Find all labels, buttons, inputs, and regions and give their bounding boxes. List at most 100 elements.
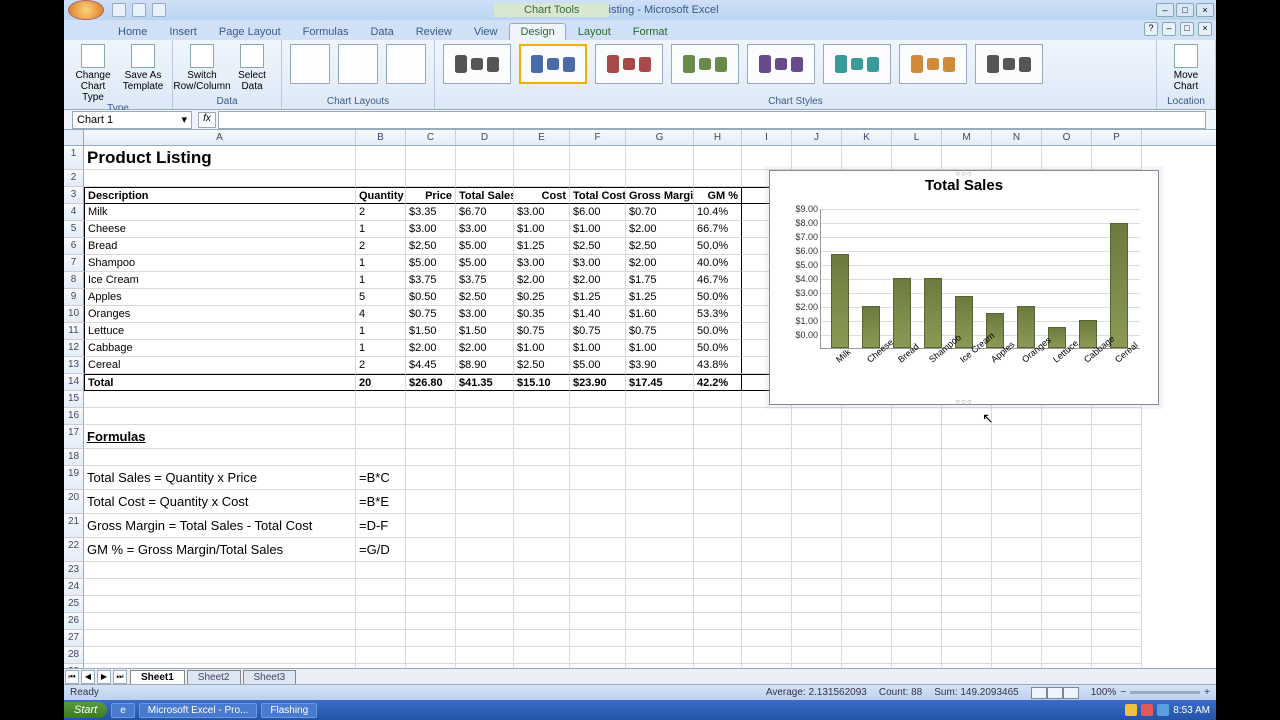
cell[interactable]	[792, 538, 842, 562]
cell[interactable]	[792, 449, 842, 466]
cell[interactable]: =B*E	[356, 490, 406, 514]
cell[interactable]	[514, 579, 570, 596]
cell[interactable]: 42.2%	[694, 374, 742, 391]
col-head-C[interactable]: C	[406, 130, 456, 145]
cell[interactable]	[1042, 514, 1092, 538]
cell[interactable]	[892, 664, 942, 668]
cell[interactable]: 1	[356, 323, 406, 340]
cell[interactable]	[514, 538, 570, 562]
cell[interactable]: =D-F	[356, 514, 406, 538]
cell[interactable]	[456, 425, 514, 449]
chart-style-8[interactable]	[975, 44, 1043, 84]
row-head-9[interactable]: 9	[64, 289, 84, 306]
cell[interactable]	[842, 630, 892, 647]
cell[interactable]: $23.90	[570, 374, 626, 391]
cell[interactable]	[1092, 647, 1142, 664]
tab-view[interactable]: View	[464, 24, 508, 40]
cell[interactable]	[694, 579, 742, 596]
cell[interactable]	[742, 425, 792, 449]
cell[interactable]: $2.50	[456, 289, 514, 306]
cell[interactable]	[992, 664, 1042, 668]
cell[interactable]: $15.10	[514, 374, 570, 391]
switch-rowcol-button[interactable]: Switch Row/Column	[179, 42, 225, 92]
cell[interactable]	[792, 562, 842, 579]
cell[interactable]	[84, 170, 356, 187]
tab-format[interactable]: Format	[623, 24, 678, 40]
row-head-20[interactable]: 20	[64, 490, 84, 514]
cell[interactable]	[742, 562, 792, 579]
cell[interactable]: $2.00	[570, 272, 626, 289]
cell[interactable]	[406, 596, 456, 613]
cell[interactable]	[694, 613, 742, 630]
cell[interactable]	[406, 579, 456, 596]
cell[interactable]	[1042, 613, 1092, 630]
cell[interactable]	[942, 408, 992, 425]
cell[interactable]	[626, 425, 694, 449]
cell[interactable]	[892, 146, 942, 170]
cell[interactable]	[514, 408, 570, 425]
cell[interactable]	[406, 425, 456, 449]
cell[interactable]: 50.0%	[694, 323, 742, 340]
cell[interactable]	[1092, 408, 1142, 425]
cell[interactable]	[1042, 647, 1092, 664]
cell[interactable]	[842, 514, 892, 538]
col-head-J[interactable]: J	[792, 130, 842, 145]
cell[interactable]: 43.8%	[694, 357, 742, 374]
cell[interactable]	[842, 408, 892, 425]
cell[interactable]: 1	[356, 255, 406, 272]
cell[interactable]	[694, 466, 742, 490]
cell[interactable]: Total Cost	[570, 187, 626, 204]
cell[interactable]	[942, 490, 992, 514]
cell[interactable]: Cost	[514, 187, 570, 204]
cell[interactable]: Bread	[84, 238, 356, 255]
cell[interactable]: 20	[356, 374, 406, 391]
cell[interactable]	[842, 466, 892, 490]
cell[interactable]: Lettuce	[84, 323, 356, 340]
view-layout-icon[interactable]	[1047, 687, 1063, 699]
cell[interactable]: 1	[356, 340, 406, 357]
row-head-7[interactable]: 7	[64, 255, 84, 272]
cell[interactable]	[570, 490, 626, 514]
select-all-corner[interactable]	[64, 130, 84, 145]
cell[interactable]	[792, 613, 842, 630]
cell[interactable]	[742, 613, 792, 630]
cell[interactable]: $2.00	[514, 272, 570, 289]
col-head-N[interactable]: N	[992, 130, 1042, 145]
chart-style-1[interactable]	[443, 44, 511, 84]
cell[interactable]: $3.90	[626, 357, 694, 374]
embedded-chart[interactable]: ○○○ ○○○ Total Sales $9.00$8.00$7.00$6.00…	[769, 170, 1159, 405]
cell[interactable]	[694, 408, 742, 425]
cell[interactable]	[456, 596, 514, 613]
cell[interactable]	[842, 425, 892, 449]
cell[interactable]: 50.0%	[694, 289, 742, 306]
cell[interactable]	[626, 630, 694, 647]
cell[interactable]	[942, 466, 992, 490]
tab-page-layout[interactable]: Page Layout	[209, 24, 291, 40]
tab-nav-prev[interactable]: ◀	[81, 670, 95, 684]
cell[interactable]	[842, 664, 892, 668]
maximize-button[interactable]: □	[1176, 3, 1194, 17]
cell[interactable]	[1092, 425, 1142, 449]
tray-icon[interactable]	[1125, 704, 1137, 716]
tab-nav-last[interactable]: ⏭	[113, 670, 127, 684]
row-head-28[interactable]: 28	[64, 647, 84, 664]
cell[interactable]: =G/D	[356, 538, 406, 562]
cell[interactable]: Apples	[84, 289, 356, 306]
cell[interactable]	[942, 630, 992, 647]
row-head-13[interactable]: 13	[64, 357, 84, 374]
cell[interactable]	[892, 408, 942, 425]
minimize-ribbon-icon[interactable]: –	[1162, 22, 1176, 36]
tab-review[interactable]: Review	[406, 24, 462, 40]
row-head-10[interactable]: 10	[64, 306, 84, 323]
cell[interactable]	[84, 647, 356, 664]
cell[interactable]	[456, 466, 514, 490]
cell[interactable]	[514, 449, 570, 466]
cell[interactable]: $5.00	[456, 255, 514, 272]
tray-icon[interactable]	[1157, 704, 1169, 716]
row-head-11[interactable]: 11	[64, 323, 84, 340]
row-head-18[interactable]: 18	[64, 449, 84, 466]
cell[interactable]	[1092, 449, 1142, 466]
cell[interactable]: $1.25	[626, 289, 694, 306]
cell[interactable]	[356, 596, 406, 613]
cell[interactable]: 10.4%	[694, 204, 742, 221]
